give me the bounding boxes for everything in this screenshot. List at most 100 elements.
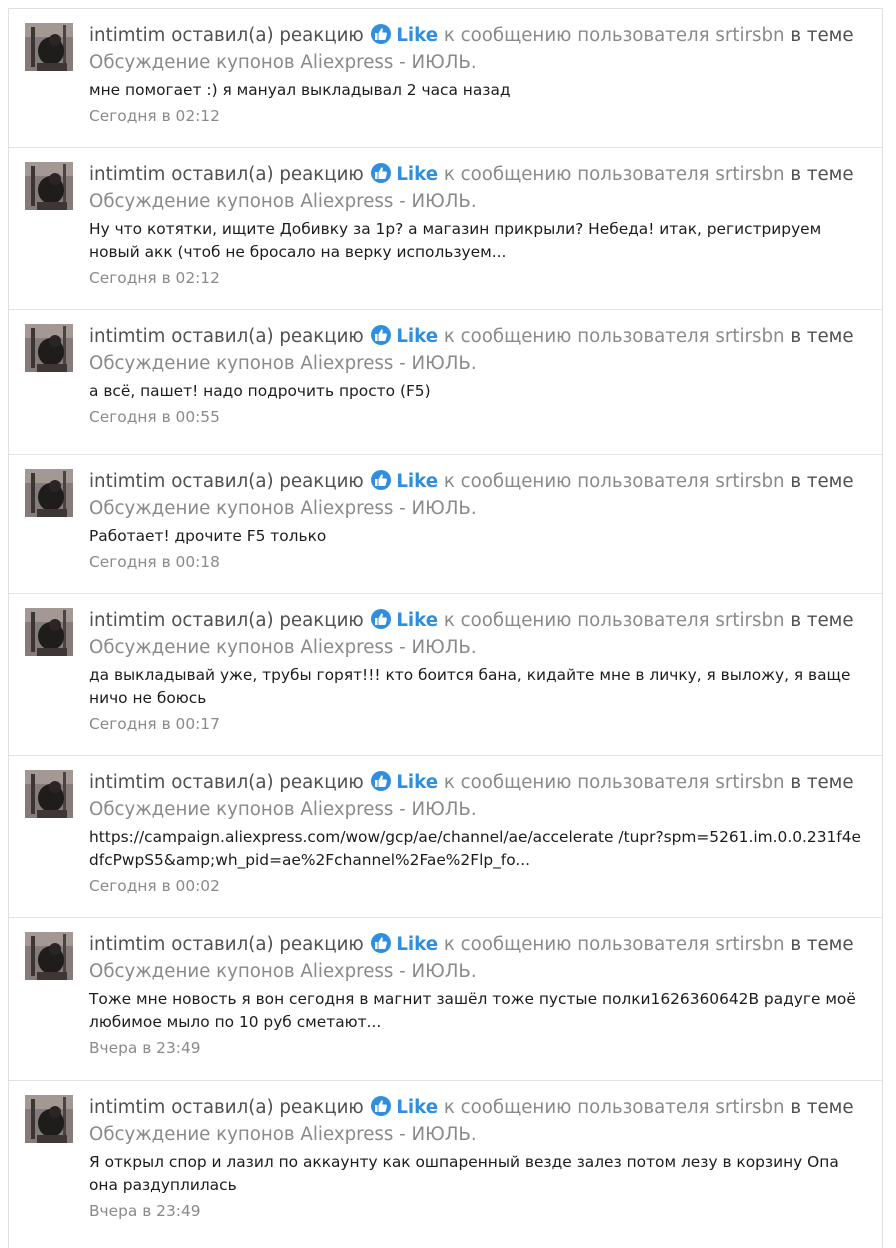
target-user-link[interactable]: srtirsbn: [715, 326, 784, 347]
alert-headline: intimtim оставил(а) реакцию Like к сообщ…: [89, 607, 868, 661]
target-user-link[interactable]: srtirsbn: [715, 164, 784, 185]
alert-headline: intimtim оставил(а) реакцию Like к сообщ…: [89, 22, 868, 76]
target-user-link[interactable]: srtirsbn: [715, 610, 784, 631]
action-text: оставил(а) реакцию: [171, 326, 364, 347]
reaction-label[interactable]: Like: [396, 772, 438, 793]
message-snippet: https://campaign.aliexpress.com/wow/gcp/…: [89, 828, 861, 869]
avatar[interactable]: [25, 324, 73, 372]
action-text: оставил(а) реакцию: [171, 772, 364, 793]
timestamp[interactable]: Сегодня в 00:18: [89, 551, 868, 573]
target-user-link[interactable]: srtirsbn: [715, 471, 784, 492]
topic-link[interactable]: Обсуждение купонов Aliexpress - ИЮЛЬ.: [89, 52, 477, 73]
alerts-feed: intimtim оставил(а) реакцию Like к сообщ…: [8, 8, 883, 1248]
context-text: в теме: [790, 471, 854, 492]
message-snippet: Я открыл спор и лазил по аккаунту как ош…: [89, 1153, 839, 1194]
timestamp[interactable]: Сегодня в 00:17: [89, 713, 868, 735]
avatar-image: [25, 162, 73, 210]
target-user-link[interactable]: srtirsbn: [715, 25, 784, 46]
username-link[interactable]: intimtim: [89, 610, 165, 631]
preposition-text: к сообщению пользователя: [443, 934, 710, 955]
message-snippet: а всё, пашет! надо подрочить просто (F5): [89, 382, 431, 400]
username-link[interactable]: intimtim: [89, 326, 165, 347]
avatar[interactable]: [25, 608, 73, 656]
action-text: оставил(а) реакцию: [171, 25, 364, 46]
topic-link[interactable]: Обсуждение купонов Aliexpress - ИЮЛЬ.: [89, 637, 477, 658]
preposition-text: к сообщению пользователя: [443, 326, 710, 347]
avatar[interactable]: [25, 469, 73, 517]
action-text: оставил(а) реакцию: [171, 934, 364, 955]
target-user-link[interactable]: srtirsbn: [715, 1097, 784, 1118]
alert-headline: intimtim оставил(а) реакцию Like к сообщ…: [89, 931, 868, 985]
alert-headline: intimtim оставил(а) реакцию Like к сообщ…: [89, 468, 868, 522]
avatar[interactable]: [25, 162, 73, 210]
username-link[interactable]: intimtim: [89, 471, 165, 492]
reaction-label[interactable]: Like: [396, 1097, 438, 1118]
preposition-text: к сообщению пользователя: [443, 772, 710, 793]
avatar-image: [25, 469, 73, 517]
context-text: в теме: [790, 1097, 854, 1118]
timestamp[interactable]: Вчера в 23:49: [89, 1037, 868, 1059]
avatar[interactable]: [25, 23, 73, 71]
username-link[interactable]: intimtim: [89, 934, 165, 955]
username-link[interactable]: intimtim: [89, 1097, 165, 1118]
username-link[interactable]: intimtim: [89, 772, 165, 793]
topic-link[interactable]: Обсуждение купонов Aliexpress - ИЮЛЬ.: [89, 1124, 477, 1145]
context-text: в теме: [790, 772, 854, 793]
avatar-image: [25, 324, 73, 372]
reaction-label[interactable]: Like: [396, 164, 438, 185]
action-text: оставил(а) реакцию: [171, 610, 364, 631]
list-item: intimtim оставил(а) реакцию Like к сообщ…: [9, 918, 882, 1081]
message-snippet: Ну что котятки, ищите Добивку за 1р? а м…: [89, 220, 822, 261]
topic-link[interactable]: Обсуждение купонов Aliexpress - ИЮЛЬ.: [89, 799, 477, 820]
thumbs-up-icon: [370, 1096, 391, 1116]
action-text: оставил(а) реакцию: [171, 471, 364, 492]
topic-link[interactable]: Обсуждение купонов Aliexpress - ИЮЛЬ.: [89, 961, 477, 982]
reaction-label[interactable]: Like: [396, 471, 438, 492]
list-item: intimtim оставил(а) реакцию Like к сообщ…: [9, 148, 882, 310]
avatar[interactable]: [25, 932, 73, 980]
username-link[interactable]: intimtim: [89, 164, 165, 185]
timestamp[interactable]: Вчера в 23:49: [89, 1200, 868, 1222]
alert-headline: intimtim оставил(а) реакцию Like к сообщ…: [89, 1094, 868, 1148]
thumbs-up-icon: [370, 24, 391, 44]
thumbs-up-icon: [370, 325, 391, 345]
avatar-image: [25, 770, 73, 818]
preposition-text: к сообщению пользователя: [443, 1097, 710, 1118]
target-user-link[interactable]: srtirsbn: [715, 934, 784, 955]
list-item: intimtim оставил(а) реакцию Like к сообщ…: [9, 455, 882, 594]
list-item: intimtim оставил(а) реакцию Like к сообщ…: [9, 756, 882, 918]
list-item: intimtim оставил(а) реакцию Like к сообщ…: [9, 594, 882, 756]
reaction-label[interactable]: Like: [396, 934, 438, 955]
message-snippet: мне помогает :) я мануал выкладывал 2 ча…: [89, 81, 511, 99]
avatar-image: [25, 23, 73, 71]
timestamp[interactable]: Сегодня в 02:12: [89, 267, 868, 289]
avatar[interactable]: [25, 1095, 73, 1143]
target-user-link[interactable]: srtirsbn: [715, 772, 784, 793]
context-text: в теме: [790, 326, 854, 347]
context-text: в теме: [790, 164, 854, 185]
thumbs-up-icon: [370, 470, 391, 490]
thumbs-up-icon: [370, 771, 391, 791]
timestamp[interactable]: Сегодня в 00:02: [89, 875, 868, 897]
list-item: intimtim оставил(а) реакцию Like к сообщ…: [9, 310, 882, 455]
preposition-text: к сообщению пользователя: [443, 610, 710, 631]
list-item: intimtim оставил(а) реакцию Like к сообщ…: [9, 1081, 882, 1243]
reaction-label[interactable]: Like: [396, 25, 438, 46]
preposition-text: к сообщению пользователя: [443, 164, 710, 185]
message-snippet: Тоже мне новость я вон сегодня в магнит …: [89, 990, 856, 1031]
context-text: в теме: [790, 25, 854, 46]
topic-link[interactable]: Обсуждение купонов Aliexpress - ИЮЛЬ.: [89, 498, 477, 519]
alert-headline: intimtim оставил(а) реакцию Like к сообщ…: [89, 161, 868, 215]
list-item: intimtim оставил(а) реакцию Like к сообщ…: [9, 9, 882, 148]
timestamp[interactable]: Сегодня в 00:55: [89, 406, 868, 428]
timestamp[interactable]: Сегодня в 02:12: [89, 105, 868, 127]
thumbs-up-icon: [370, 609, 391, 629]
avatar[interactable]: [25, 770, 73, 818]
reaction-label[interactable]: Like: [396, 326, 438, 347]
avatar-image: [25, 1095, 73, 1143]
reaction-label[interactable]: Like: [396, 610, 438, 631]
username-link[interactable]: intimtim: [89, 25, 165, 46]
alert-headline: intimtim оставил(а) реакцию Like к сообщ…: [89, 769, 868, 823]
topic-link[interactable]: Обсуждение купонов Aliexpress - ИЮЛЬ.: [89, 353, 477, 374]
topic-link[interactable]: Обсуждение купонов Aliexpress - ИЮЛЬ.: [89, 191, 477, 212]
